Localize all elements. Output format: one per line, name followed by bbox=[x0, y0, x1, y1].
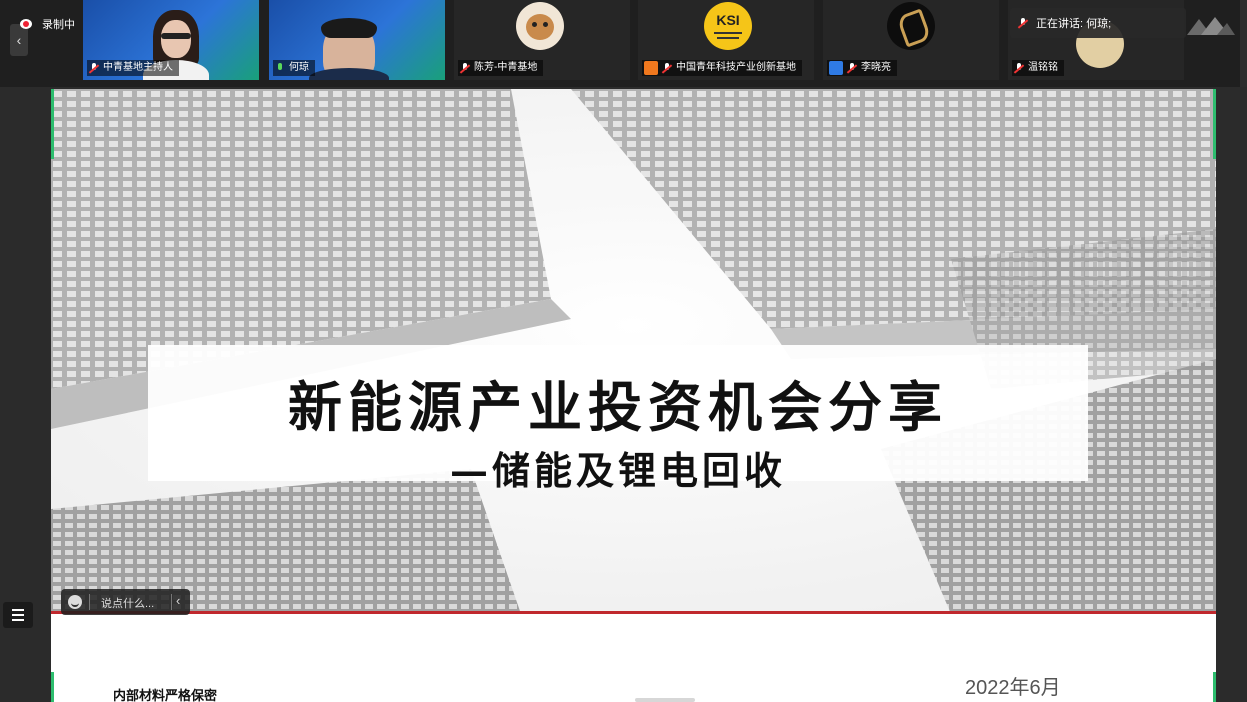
mic-muted-icon bbox=[847, 62, 857, 74]
mic-muted-icon bbox=[1014, 62, 1024, 74]
mic-muted-icon bbox=[1018, 17, 1028, 29]
slide-border-accent bbox=[51, 672, 54, 702]
recording-icon bbox=[20, 19, 32, 29]
mic-active-icon bbox=[275, 62, 285, 74]
participant-tile-host[interactable]: 中青基地主持人 bbox=[83, 0, 259, 80]
slide-title: 新能源产业投资机会分享 bbox=[288, 375, 948, 439]
window-edge bbox=[1240, 0, 1247, 87]
list-menu-button[interactable] bbox=[3, 602, 33, 628]
chat-input-bar[interactable]: 说点什么... ‹ bbox=[61, 589, 190, 615]
user-blue-icon bbox=[829, 61, 843, 75]
slide-title-panel: 新能源产业投资机会分享 —储能及锂电回收 bbox=[148, 345, 1088, 493]
participant-tile-speaker[interactable]: 何琼 bbox=[269, 0, 445, 80]
user-orange-icon bbox=[644, 61, 658, 75]
slide-divider bbox=[51, 611, 1216, 614]
mic-muted-icon bbox=[460, 62, 470, 74]
recording-indicator[interactable]: ‹ 录制中 bbox=[8, 10, 82, 72]
divider bbox=[89, 594, 90, 610]
confidential-note: 内部材料严格保密 bbox=[113, 689, 218, 702]
participant-tile[interactable]: 陈芳-中青基地 bbox=[454, 0, 630, 80]
participant-name-tag: 中青基地主持人 bbox=[87, 60, 179, 76]
recording-label: 录制中 bbox=[42, 19, 75, 31]
slide-scroll-handle[interactable] bbox=[635, 698, 695, 702]
slide-date: 2022年6月 bbox=[965, 677, 1061, 699]
participant-tile[interactable]: 李晓亮 bbox=[823, 0, 999, 80]
app-logo-icon bbox=[1187, 17, 1235, 35]
mic-muted-icon bbox=[89, 62, 99, 74]
participant-name-tag: 何琼 bbox=[273, 60, 315, 76]
chat-placeholder[interactable]: 说点什么... bbox=[101, 595, 154, 611]
participant-name-tag: 陈芳-中青基地 bbox=[458, 60, 544, 76]
cat-avatar-icon bbox=[516, 2, 564, 50]
participant-name-tag: 中国青年科技产业创新基地 bbox=[642, 60, 802, 76]
slide-border-accent bbox=[1213, 672, 1216, 702]
participant-tile[interactable]: KSI 中国青年科技产业创新基地 bbox=[638, 0, 814, 80]
mic-muted-icon bbox=[662, 62, 672, 74]
ksi-logo-avatar: KSI bbox=[704, 2, 752, 50]
calligraphy-logo-avatar bbox=[887, 2, 935, 50]
shared-slide: 新能源产业投资机会分享 —储能及锂电回收 内部材料严格保密 2022年6月 bbox=[51, 89, 1216, 702]
slide-subtitle: —储能及锂电回收 bbox=[449, 448, 786, 493]
participant-name-tag: 温铭铭 bbox=[1012, 60, 1064, 76]
active-speaker-banner: 正在讲话: 何琼; bbox=[1010, 8, 1186, 38]
participant-strip: ‹ 录制中 中青基地主持人 何琼 陈芳-中青基地 KSI 中国青年科技产业创新基… bbox=[0, 0, 1247, 87]
chevron-left-icon[interactable]: ‹ bbox=[176, 593, 180, 608]
emoji-icon[interactable] bbox=[68, 595, 82, 609]
slide-border-accent bbox=[51, 89, 54, 159]
slide-border-accent bbox=[1213, 89, 1216, 159]
divider bbox=[171, 594, 172, 610]
participant-name-tag: 李晓亮 bbox=[827, 60, 897, 76]
